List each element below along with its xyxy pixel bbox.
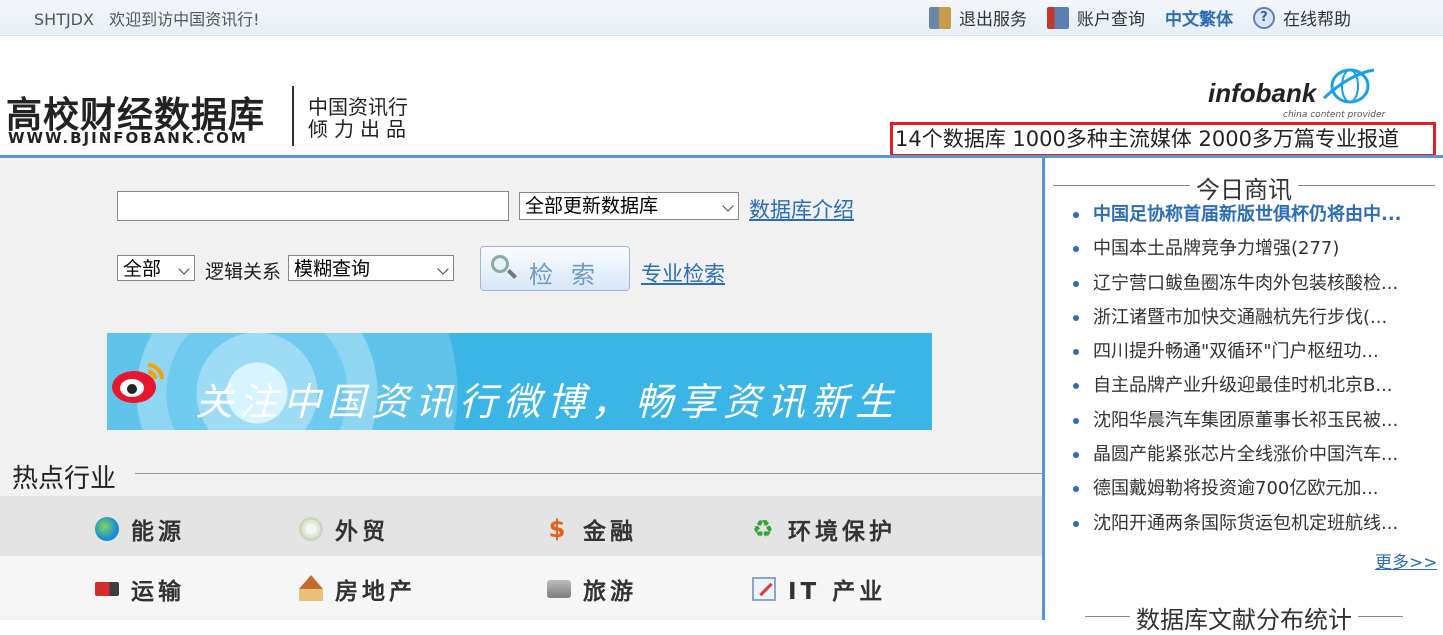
site-logo-url: WWW.BJINFOBANK.COM [8, 129, 248, 147]
stats-title-text: 数据库文献分布统计 [1130, 606, 1358, 634]
database-select[interactable]: 全部更新数据库 [519, 192, 739, 220]
search-input[interactable] [117, 191, 509, 221]
industry-energy[interactable]: 能源 [95, 512, 185, 546]
news-item[interactable]: 沈阳开通两条国际货运包机定班航线... [1073, 507, 1435, 541]
news-item[interactable]: 沈阳华晨汽车集团原董事长祁玉民被... [1073, 404, 1435, 438]
online-help-link[interactable]: ? 在线帮助 [1253, 5, 1351, 30]
news-panel: 今日商讯 中国足协称首届新版世俱杯仍将由中... 中国本土品牌竞争力增强(277… [1042, 158, 1443, 634]
online-help-label: 在线帮助 [1283, 10, 1351, 30]
search-button-label: 检索 [529, 261, 613, 289]
industry-tourism[interactable]: 旅游 [547, 572, 637, 606]
weibo-icon [112, 363, 164, 403]
news-item[interactable]: 浙江诸暨市加快交通融杭先行步伐(... [1073, 301, 1435, 335]
dollar-icon: $ [548, 515, 570, 543]
search-button[interactable]: 检索 [480, 246, 630, 291]
logic-label: 逻辑关系 [205, 261, 282, 283]
news-item[interactable]: 中国本土品牌竞争力增强(277) [1073, 232, 1435, 266]
news-more-link[interactable]: 更多>> [1375, 548, 1438, 573]
industry-real-estate[interactable]: 房地产 [299, 572, 416, 606]
stats-title: 数据库文献分布统计 [1045, 600, 1443, 635]
trade-icon [299, 517, 323, 541]
infobank-tagline: china content provider [1283, 110, 1386, 120]
logo-subtitle-line1: 中国资讯行 [308, 95, 408, 119]
slogan-banner: 14个数据库 1000多种主流媒体 2000多万篇专业报道 [890, 122, 1436, 157]
industry-it[interactable]: IT 产业 [752, 572, 886, 606]
industry-label: 旅游 [583, 579, 637, 605]
logo-divider [292, 86, 294, 146]
news-item[interactable]: 自主品牌产业升级迎最佳时机北京B... [1073, 369, 1435, 403]
logout-link[interactable]: 退出服务 [929, 5, 1027, 30]
hot-divider [135, 473, 1042, 474]
globe-icon [95, 517, 119, 541]
news-item[interactable]: 晶圆产能紧张芯片全线涨价中国汽车... [1073, 438, 1435, 472]
welcome-text: SHTJDX 欢迎到访中国资讯行! [34, 6, 269, 30]
industry-label: 能源 [131, 519, 185, 545]
news-list: 中国足协称首届新版世俱杯仍将由中... 中国本土品牌竞争力增强(277) 辽宁营… [1073, 198, 1435, 541]
match-mode-select[interactable]: 模糊查询 [288, 255, 454, 281]
exit-icon [929, 6, 951, 29]
magnifier-icon [491, 255, 509, 273]
industry-label: IT 产业 [788, 579, 887, 605]
banner-text: 关注中国资讯行微博，畅享资讯新生活！ [195, 380, 900, 424]
news-item[interactable]: 四川提升畅通"双循环"门户枢纽功... [1073, 335, 1435, 369]
chevron-down-icon [178, 263, 190, 275]
account-query-label: 账户查询 [1077, 10, 1145, 30]
industry-environment[interactable]: ♻ 环境保护 [752, 512, 896, 546]
industry-trade[interactable]: 外贸 [299, 512, 389, 546]
industry-transport[interactable]: 运输 [95, 572, 185, 606]
house-icon [299, 575, 323, 601]
advanced-search-link[interactable]: 专业检索 [641, 258, 725, 288]
main-panel: 全部更新数据库 数据库介绍 全部 逻辑关系 模糊查询 检索 专业检索 关注中国资… [0, 158, 1042, 620]
industry-label: 运输 [131, 579, 185, 605]
database-select-value: 全部更新数据库 [525, 195, 659, 217]
account-icon [1047, 6, 1069, 29]
traditional-chinese-link[interactable]: 中文繁体 [1165, 5, 1233, 30]
industry-label: 房地产 [335, 579, 416, 605]
camera-icon [547, 580, 571, 598]
globe-logo-icon [1322, 68, 1375, 104]
infobank-logo: infobank [1208, 78, 1317, 108]
chevron-down-icon [437, 263, 449, 275]
industry-finance[interactable]: $ 金融 [547, 512, 637, 546]
match-mode-value: 模糊查询 [294, 258, 371, 280]
traditional-chinese-label: 中文繁体 [1165, 10, 1233, 30]
news-item[interactable]: 辽宁营口鲅鱼圈冻牛肉外包装核酸检... [1073, 267, 1435, 301]
chevron-down-icon [722, 200, 734, 212]
scope-select[interactable]: 全部 [117, 255, 195, 281]
industry-row: 运输 房地产 旅游 IT 产业 [0, 556, 1042, 616]
weibo-banner[interactable]: 关注中国资讯行微博，畅享资讯新生活！ [107, 333, 932, 430]
industry-label: 金融 [583, 519, 637, 545]
welcome-message: 欢迎到访中国资讯行! [109, 10, 260, 29]
truck-icon [95, 582, 119, 596]
header: 高校财经数据库 WWW.BJINFOBANK.COM 中国资讯行 倾力出品 in… [0, 36, 1443, 158]
database-intro-link[interactable]: 数据库介绍 [749, 194, 854, 224]
industry-label: 环境保护 [788, 519, 896, 545]
industry-row: 能源 外贸 $ 金融 ♻ 环境保护 [0, 496, 1042, 556]
news-title-text: 今日商讯 [1190, 176, 1298, 204]
scope-select-value: 全部 [123, 258, 162, 280]
account-query-link[interactable]: 账户查询 [1047, 5, 1145, 30]
pen-icon [752, 577, 776, 601]
industry-label: 外贸 [335, 519, 389, 545]
recycle-icon: ♻ [752, 515, 778, 543]
news-item[interactable]: 德国戴姆勒将投资逾700亿欧元加... [1073, 472, 1435, 506]
top-bar: SHTJDX 欢迎到访中国资讯行! 退出服务 账户查询 中文繁体 ? 在线帮助 [0, 0, 1443, 36]
logout-label: 退出服务 [959, 10, 1027, 30]
logo-subtitle-line2: 倾力出品 [308, 117, 412, 141]
logo-subtitle: 中国资讯行 倾力出品 [308, 96, 412, 140]
hot-industries-title: 热点行业 [12, 458, 127, 495]
help-icon: ? [1253, 6, 1275, 29]
top-links: 退出服务 账户查询 中文繁体 ? 在线帮助 [929, 5, 1351, 30]
account-name: SHTJDX [34, 10, 94, 29]
